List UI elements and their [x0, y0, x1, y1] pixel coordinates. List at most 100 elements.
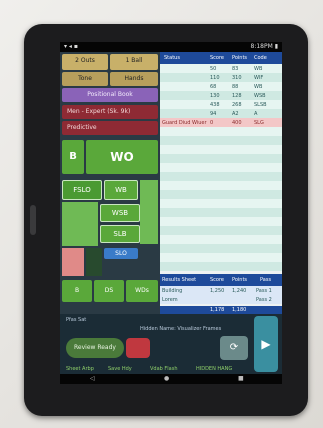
table-row[interactable]: 110 310 WIF	[160, 73, 282, 82]
table-row-empty[interactable]	[160, 217, 282, 226]
results-cell-pass: Pass 1	[256, 288, 272, 294]
cell-score: 94	[210, 111, 217, 117]
cell-score: 50	[210, 66, 217, 72]
table-row-empty[interactable]	[160, 199, 282, 208]
right-panel-table: Status Score Points Code 50 83 WB 110 31…	[160, 52, 282, 314]
cell-points: 268	[232, 102, 242, 108]
results-row[interactable]: Building 1,250 1,240 Pass 1	[160, 286, 282, 295]
table-row-empty[interactable]	[160, 154, 282, 163]
cell-code: WB	[254, 66, 263, 72]
table-row-empty[interactable]	[160, 208, 282, 217]
fslo-button[interactable]: FSLO	[62, 180, 102, 200]
table-row-empty[interactable]	[160, 262, 282, 271]
android-nav-bar: ◁ ● ■	[60, 374, 282, 384]
ball-button[interactable]: 1 Ball	[110, 54, 158, 70]
note-text: Pfas Sat	[66, 317, 87, 323]
results-pass: Pass	[260, 277, 272, 283]
results-footer: 1,178 1,180	[160, 306, 282, 314]
footer-points: 1,180	[232, 307, 247, 313]
mode-dropdown[interactable]: Predictive	[62, 121, 158, 135]
table-row-empty[interactable]	[160, 244, 282, 253]
tone-button[interactable]: Tone	[62, 72, 108, 86]
table-row-empty[interactable]	[160, 145, 282, 154]
refresh-icon[interactable]: ⟳	[220, 336, 248, 360]
results-title: Results Sheet	[162, 277, 197, 283]
table-row[interactable]: 130 128 WSB	[160, 91, 282, 100]
next-arrow-icon[interactable]: ▶	[254, 316, 278, 372]
positional-book-button[interactable]: Positional Book	[62, 88, 158, 102]
cell-points: A2	[232, 111, 239, 117]
wo-button[interactable]: WO	[86, 140, 158, 174]
wds-button[interactable]: WDs	[126, 280, 158, 302]
cell-score: 68	[210, 84, 217, 90]
cell-points: 128	[232, 93, 242, 99]
cell-code: A	[254, 111, 258, 117]
left-panel: 2 Outs 1 Ball Tone Hands Positional Book…	[60, 52, 160, 314]
table-row-empty[interactable]	[160, 163, 282, 172]
cell-code: SLG	[254, 120, 264, 126]
col-score: Score	[210, 55, 225, 61]
hidden-name-text: Hidden Name: Visualizer Frames	[140, 326, 222, 332]
status-bar: ▾ ◂ ▪ 8:18PM ▮	[60, 42, 282, 52]
results-cell-points: 1,240	[232, 288, 247, 294]
cell-code: WB	[254, 84, 263, 90]
results-points: Points	[232, 277, 248, 283]
recent-apps-icon[interactable]: ■	[238, 375, 244, 382]
cell-score: 130	[210, 93, 220, 99]
tablet-side-button[interactable]	[30, 205, 36, 235]
outs-button[interactable]: 2 Outs	[62, 54, 108, 70]
col-status: Status	[164, 55, 180, 61]
back-icon[interactable]: ◁	[90, 375, 95, 382]
green-block-right[interactable]	[140, 180, 158, 244]
b-small-button[interactable]: B	[62, 280, 92, 302]
table-row-highlighted[interactable]: Guard Diud Wiuer 0 400 SLG	[160, 118, 282, 127]
results-label: Lorem	[162, 297, 178, 303]
cell-code: WIF	[254, 75, 264, 81]
cell-points: 400	[232, 120, 242, 126]
status-item[interactable]: Save Hdy	[108, 366, 132, 372]
col-points: Points	[232, 55, 248, 61]
cell-score: 438	[210, 102, 220, 108]
table-row[interactable]: 50 83 WB	[160, 64, 282, 73]
status-item[interactable]: HIDDEN HANG	[196, 366, 232, 372]
green-block-left[interactable]	[62, 202, 98, 246]
table-row-empty[interactable]	[160, 136, 282, 145]
status-item[interactable]: Vdab Flash	[150, 366, 178, 372]
table-row-empty[interactable]	[160, 226, 282, 235]
cell-score: 0	[210, 120, 214, 126]
table-row-empty[interactable]	[160, 172, 282, 181]
hands-button[interactable]: Hands	[110, 72, 158, 86]
results-header: Results Sheet Score Points Pass	[160, 274, 282, 286]
table-row[interactable]: 94 A2 A	[160, 109, 282, 118]
record-button[interactable]	[126, 338, 150, 358]
status-time: 8:18PM ▮	[250, 43, 278, 50]
table-row[interactable]: 438 268 SLSB	[160, 100, 282, 109]
slo-button[interactable]: SLO	[104, 248, 138, 259]
results-cell-pass: Pass 2	[256, 297, 272, 303]
table-row[interactable]: 68 88 WB	[160, 82, 282, 91]
wsb-button[interactable]: WSB	[100, 204, 140, 222]
table-row-empty[interactable]	[160, 127, 282, 136]
table-row-empty[interactable]	[160, 181, 282, 190]
slb-button[interactable]: SLB	[100, 225, 140, 243]
table-header: Status Score Points Code	[160, 52, 282, 64]
level-dropdown[interactable]: Men - Expert (Sk. 9k)	[62, 105, 158, 119]
review-ready-button[interactable]: Review Ready	[66, 338, 124, 358]
pink-block[interactable]	[62, 248, 84, 276]
status-line: Sheet Arbp Save Hdy Vdab Flash HIDDEN HA…	[66, 364, 254, 374]
results-score: Score	[210, 277, 225, 283]
results-row[interactable]: Lorem Pass 2	[160, 295, 282, 304]
wb-button[interactable]: WB	[104, 180, 138, 200]
results-cell-score: 1,250	[210, 288, 225, 294]
home-icon[interactable]: ●	[164, 375, 169, 382]
table-row-empty[interactable]	[160, 235, 282, 244]
tablet-screen: ▾ ◂ ▪ 8:18PM ▮ 2 Outs 1 Ball Tone Hands …	[60, 42, 282, 384]
table-row-empty[interactable]	[160, 190, 282, 199]
col-code: Code	[254, 55, 267, 61]
table-row-empty[interactable]	[160, 253, 282, 262]
cell-score: 110	[210, 75, 220, 81]
results-label: Building	[162, 288, 183, 294]
b-button[interactable]: B	[62, 140, 84, 174]
status-item[interactable]: Sheet Arbp	[66, 366, 94, 372]
ds-button[interactable]: DS	[94, 280, 124, 302]
